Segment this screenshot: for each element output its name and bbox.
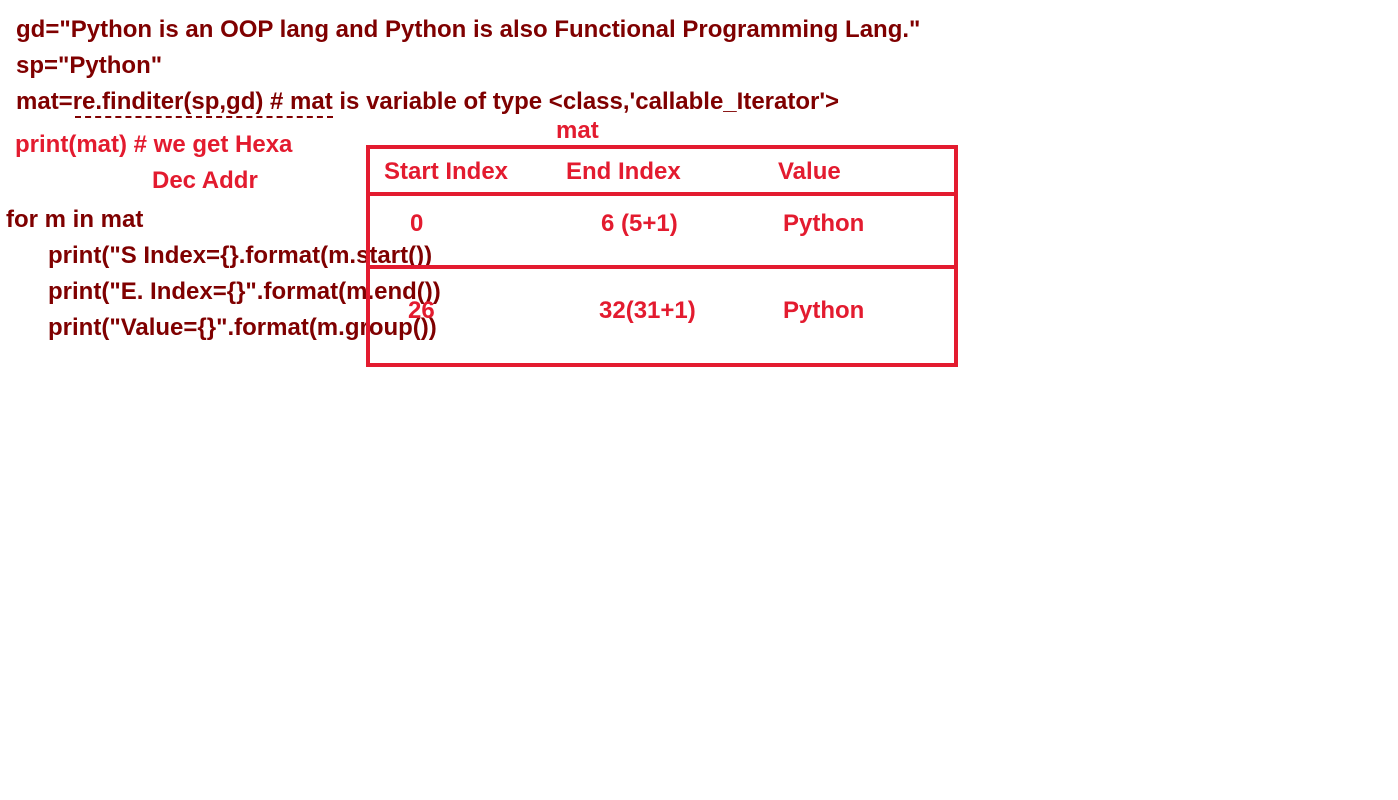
hexa-dec-addr-note: Dec Addr: [152, 167, 258, 194]
code-line-for-loop: for m in mat: [6, 206, 144, 233]
row1-value: Python: [783, 210, 865, 237]
header-divider: [370, 192, 954, 196]
code-line-mat: mat=re.finditer(sp,gd) # mat is variable…: [16, 88, 840, 115]
finditer-underline: [75, 116, 333, 118]
match-table: Start Index End Index Value 0 6 (5+1) Py…: [366, 145, 958, 367]
header-start-index: Start Index: [384, 158, 509, 185]
row2-value: Python: [783, 297, 865, 324]
code-line-print-mat: print(mat) # we get Hexa: [15, 131, 293, 158]
header-value: Value: [778, 158, 841, 185]
row-divider: [370, 265, 954, 269]
row2-end-index: 32(31+1): [599, 297, 696, 324]
code-line-sp: sp="Python": [16, 52, 163, 79]
table-title: mat: [556, 117, 599, 144]
row2-start-index: 26: [408, 297, 435, 324]
header-end-index: End Index: [566, 158, 681, 185]
row1-start-index: 0: [410, 210, 424, 237]
row1-end-index: 6 (5+1): [601, 210, 678, 237]
code-line-gd: gd="Python is an OOP lang and Python is …: [16, 16, 921, 43]
